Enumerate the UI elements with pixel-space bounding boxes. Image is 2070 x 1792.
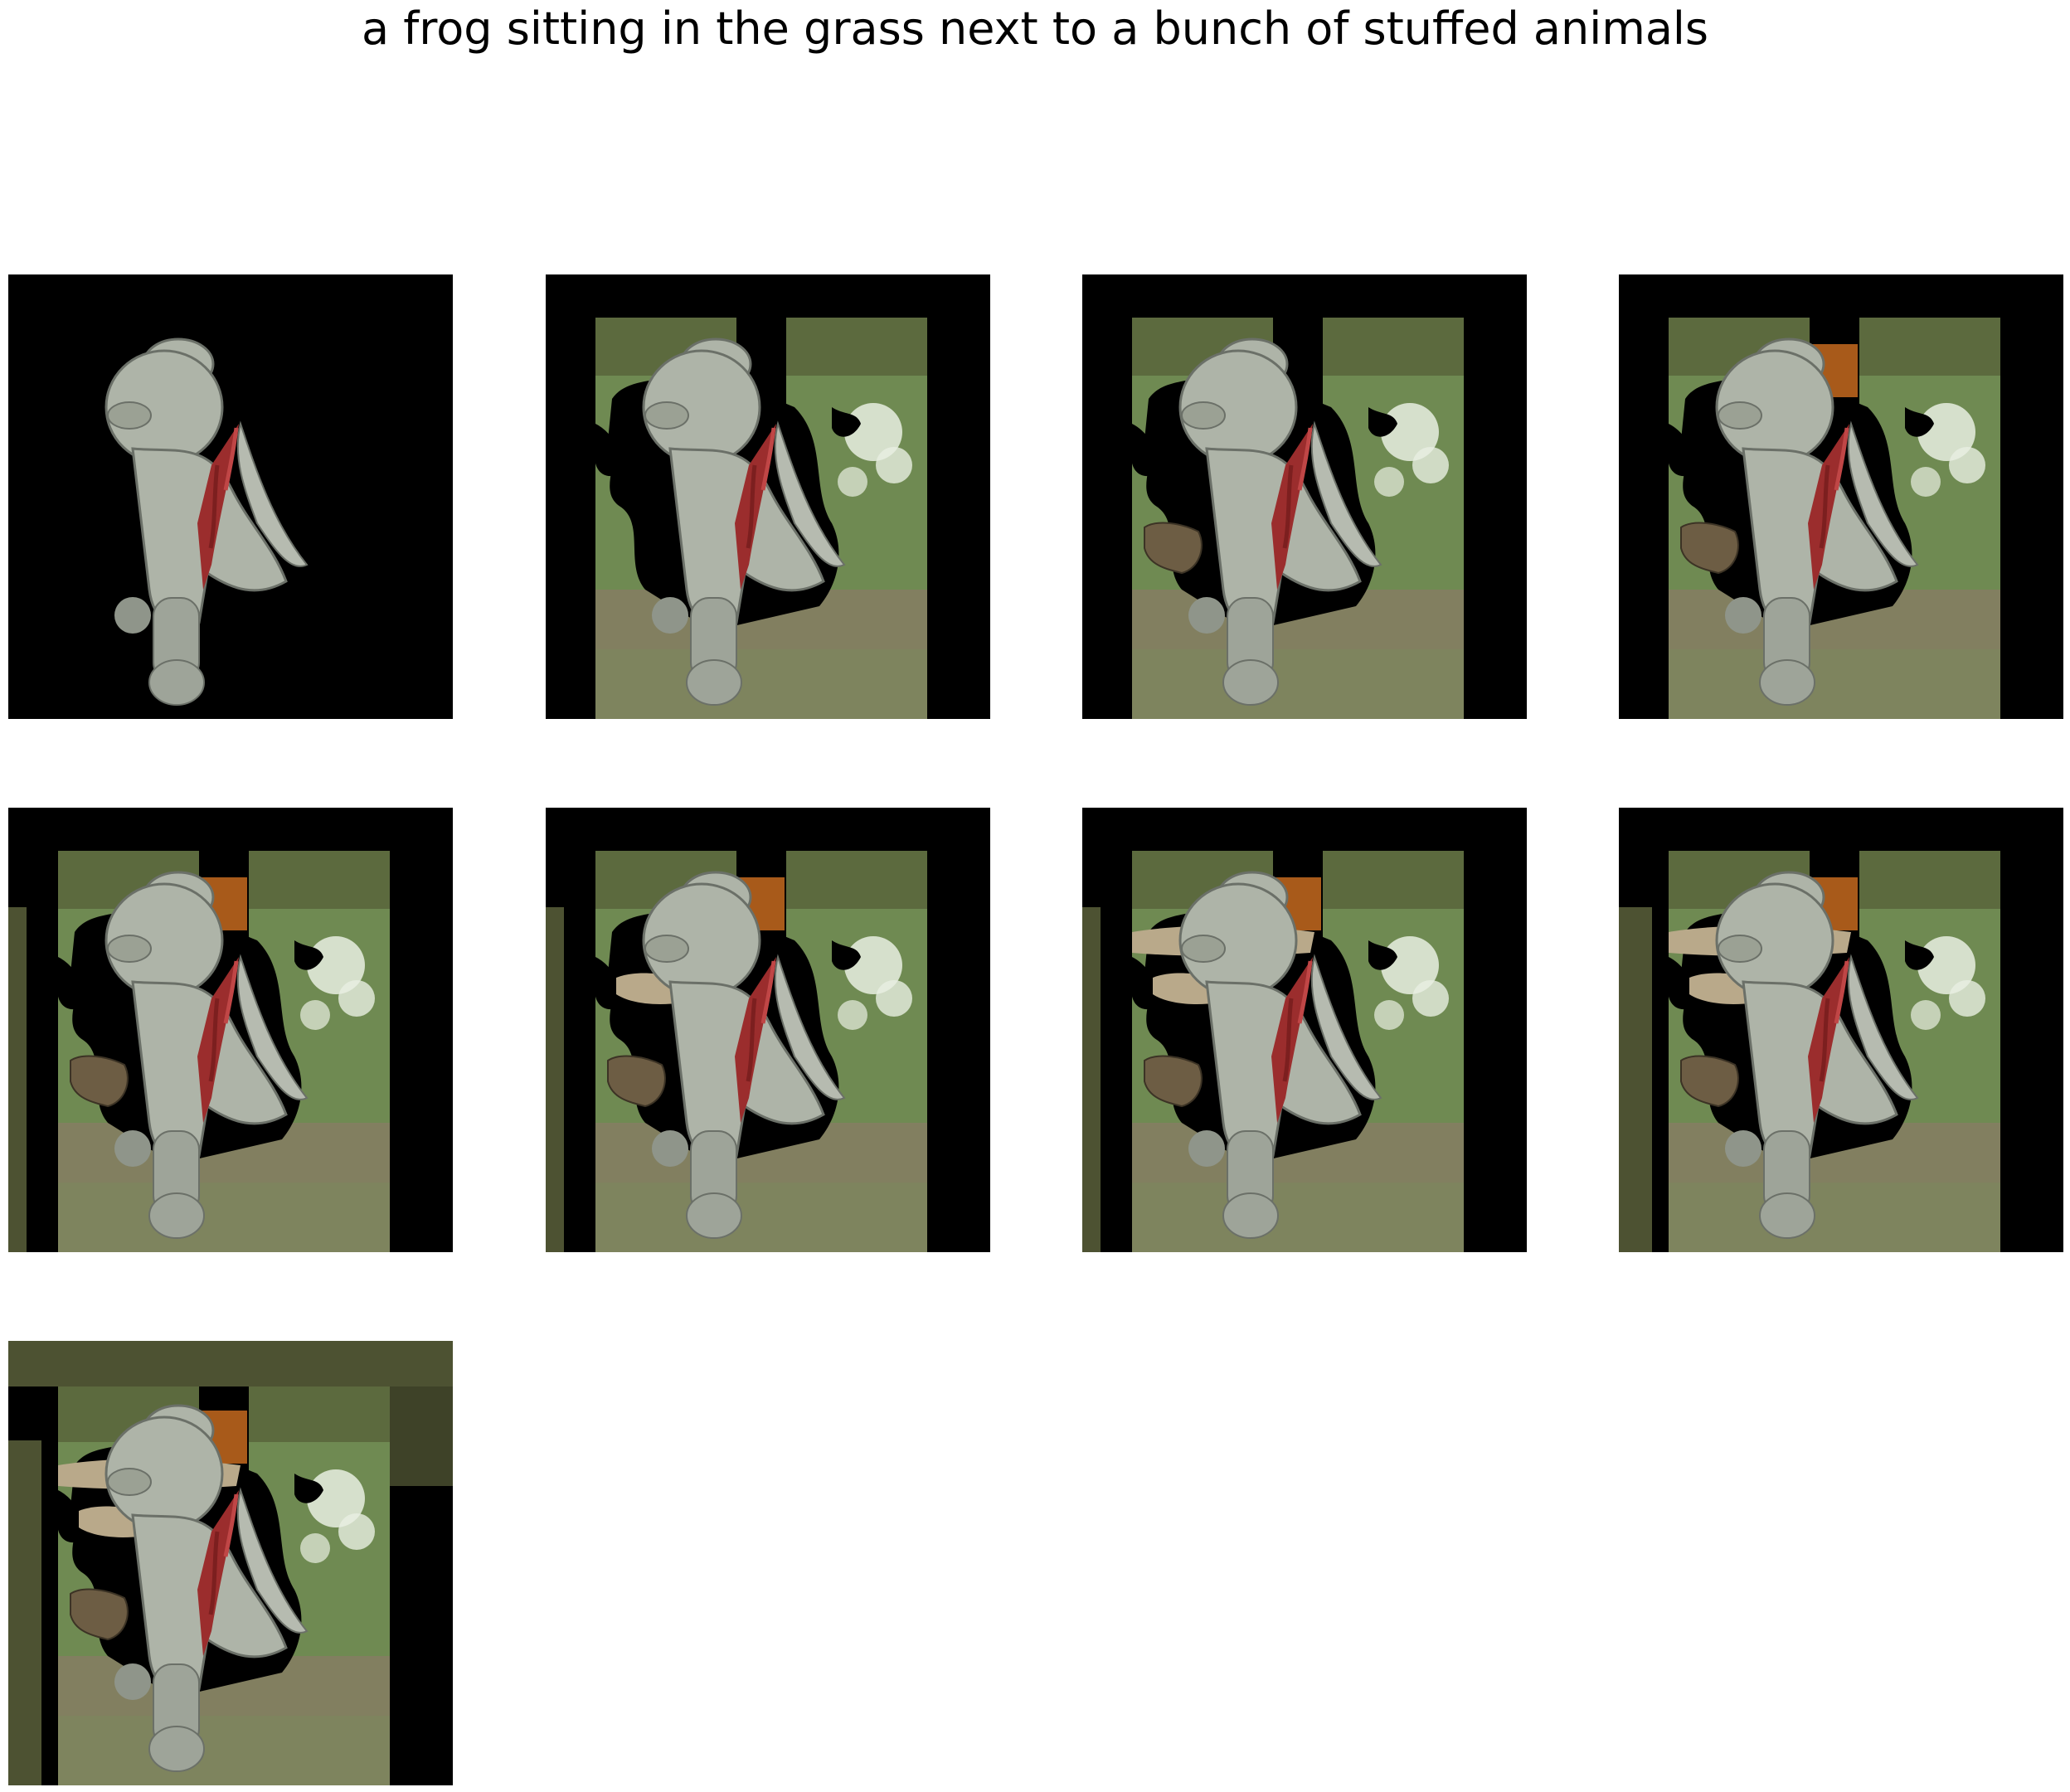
panel-image-3 <box>1082 274 1527 719</box>
figure-title: a frog sitting in the grass next to a bu… <box>361 2 1709 55</box>
panel-image-2 <box>546 274 990 719</box>
panel-image-5 <box>8 808 453 1252</box>
panel-3 <box>1082 274 1527 719</box>
moss-strip <box>8 1440 41 1785</box>
panel-image-6 <box>546 808 990 1252</box>
moss-strip <box>1619 907 1652 1252</box>
panel-8 <box>1619 808 2063 1252</box>
panel-image-7 <box>1082 808 1527 1252</box>
panel-4 <box>1619 274 2063 719</box>
panel-image-4 <box>1619 274 2063 719</box>
top-moss-band <box>8 1341 453 1386</box>
moss-strip <box>8 907 27 1252</box>
panel-1 <box>8 274 453 719</box>
moss-strip <box>1082 907 1101 1252</box>
panel-2 <box>546 274 990 719</box>
panel-7 <box>1082 808 1527 1252</box>
panel-9 <box>8 1341 453 1785</box>
panel-image-8 <box>1619 808 2063 1252</box>
panel-6 <box>546 808 990 1252</box>
right-moss-band <box>390 1386 453 1486</box>
moss-strip <box>546 907 564 1252</box>
panel-image-9 <box>8 1341 453 1785</box>
panel-5 <box>8 808 453 1252</box>
panel-image-1 <box>8 274 453 719</box>
